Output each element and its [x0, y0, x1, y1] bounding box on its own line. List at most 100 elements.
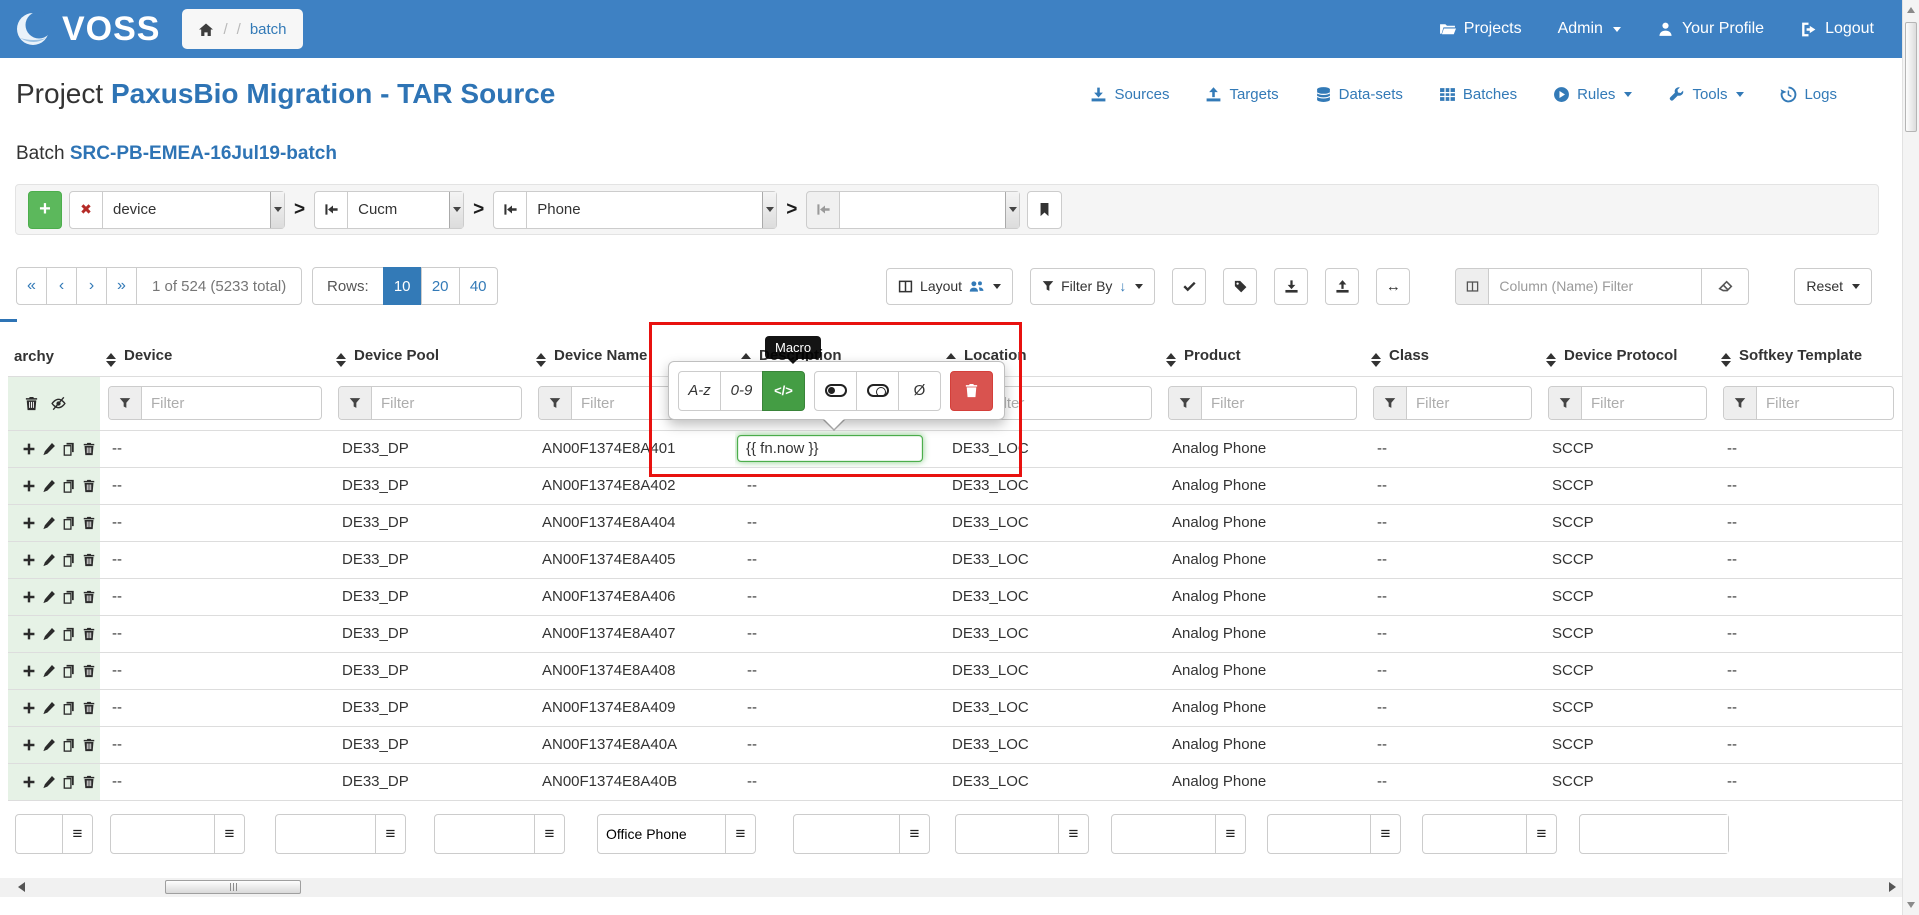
nav-logout[interactable]: Logout	[1800, 20, 1874, 38]
filter-input-product[interactable]	[1202, 387, 1356, 419]
sort-icon[interactable]	[336, 353, 346, 367]
menu-icon[interactable]: ≡	[375, 815, 405, 853]
funnel-icon[interactable]	[109, 387, 142, 419]
tag-button[interactable]	[1223, 268, 1257, 305]
filter-input-device-pool[interactable]	[372, 387, 521, 419]
edit-row-icon[interactable]	[42, 440, 56, 457]
delete-row-icon[interactable]	[82, 773, 96, 790]
batch-add-input-location[interactable]	[794, 815, 899, 853]
code-macro-button[interactable]: </>	[762, 371, 805, 411]
delete-row-icon[interactable]	[82, 588, 96, 605]
scroll-up-arrow[interactable]	[1907, 7, 1915, 13]
delete-row-icon[interactable]	[82, 662, 96, 679]
batch-add-input-softkey-template[interactable]	[1423, 815, 1526, 853]
delete-row-icon[interactable]	[82, 736, 96, 753]
import-selector-button[interactable]	[493, 191, 527, 229]
batch-add-input-device[interactable]	[111, 815, 214, 853]
add-row-icon[interactable]	[22, 736, 36, 753]
copy-row-icon[interactable]	[62, 477, 76, 494]
copy-row-icon[interactable]	[62, 662, 76, 679]
delete-row-icon[interactable]	[82, 514, 96, 531]
copy-row-icon[interactable]	[62, 773, 76, 790]
select-arrow[interactable]	[449, 192, 463, 228]
home-icon[interactable]	[198, 20, 214, 37]
column-header-hierarchy[interactable]: archy	[8, 338, 100, 376]
last-page-button[interactable]: »	[106, 267, 137, 305]
filter-input-device-protocol[interactable]	[1582, 387, 1706, 419]
nav-projects[interactable]: Projects	[1439, 20, 1522, 38]
funnel-icon[interactable]	[1549, 387, 1582, 419]
edit-row-icon[interactable]	[42, 736, 56, 753]
horizontal-scrollbar[interactable]	[0, 878, 1902, 897]
edit-row-icon[interactable]	[42, 699, 56, 716]
edit-row-icon[interactable]	[42, 514, 56, 531]
copy-row-icon[interactable]	[62, 440, 76, 457]
batch-add-input-device-protocol[interactable]	[1268, 815, 1370, 853]
import-button[interactable]	[1325, 268, 1359, 305]
menu-icon[interactable]: ≡	[62, 815, 92, 853]
model-type-select[interactable]: device	[103, 191, 285, 229]
alpha-macro-button[interactable]: A-z	[678, 371, 721, 411]
menu-icon[interactable]: ≡	[1058, 815, 1088, 853]
add-row-icon[interactable]	[22, 625, 36, 642]
clear-column-filter-button[interactable]	[1701, 268, 1749, 305]
funnel-icon[interactable]	[539, 387, 572, 419]
delete-row-icon[interactable]	[82, 477, 96, 494]
copy-row-icon[interactable]	[62, 625, 76, 642]
batch-add-input-device-pool[interactable]	[276, 815, 375, 853]
menu-icon[interactable]: ≡	[725, 815, 755, 853]
filter-input-class[interactable]	[1407, 387, 1531, 419]
reset-button[interactable]: Reset	[1794, 268, 1872, 305]
nav-your-profile[interactable]: Your Profile	[1657, 20, 1764, 38]
add-row-icon[interactable]	[22, 773, 36, 790]
expand-button[interactable]: ↔	[1376, 268, 1410, 305]
filter-input-location[interactable]	[982, 387, 1151, 419]
sort-icon[interactable]	[536, 353, 546, 367]
edit-row-icon[interactable]	[42, 551, 56, 568]
edit-row-icon[interactable]	[42, 588, 56, 605]
column-filter-input[interactable]	[1489, 268, 1701, 305]
add-row-icon[interactable]	[22, 514, 36, 531]
toggle-true-button[interactable]	[814, 371, 857, 411]
copy-row-icon[interactable]	[62, 588, 76, 605]
link-batches[interactable]: Batches	[1439, 86, 1517, 103]
edit-row-icon[interactable]	[42, 773, 56, 790]
batch-add-input-description[interactable]	[598, 815, 725, 853]
batch-add-input-extra[interactable]	[1580, 815, 1728, 853]
add-row-icon[interactable]	[22, 477, 36, 494]
link-rules[interactable]: Rules	[1553, 86, 1632, 103]
batch-name[interactable]: SRC-PB-EMEA-16Jul19-batch	[70, 143, 337, 164]
filter-by-button[interactable]: Filter By ↓	[1030, 268, 1155, 305]
sort-icon[interactable]	[1166, 353, 1176, 367]
batch-add-input-class[interactable]	[1112, 815, 1215, 853]
vertical-scrollbar-thumb[interactable]	[1905, 22, 1917, 132]
link-targets[interactable]: Targets	[1205, 86, 1278, 103]
add-row-icon[interactable]	[22, 662, 36, 679]
column-header-device-pool[interactable]: Device Pool	[330, 338, 530, 376]
null-button[interactable]: Ø	[898, 371, 941, 411]
macro-input[interactable]	[737, 435, 923, 462]
empty-select[interactable]	[840, 191, 1020, 229]
batch-add-input-device-name[interactable]	[435, 815, 534, 853]
rows-option-40[interactable]: 40	[459, 267, 498, 305]
delete-row-icon[interactable]	[82, 625, 96, 642]
first-page-button[interactable]: «	[16, 267, 47, 305]
sort-icon[interactable]	[1371, 353, 1381, 367]
column-header-softkey-template[interactable]: Softkey Template	[1715, 338, 1902, 376]
menu-icon[interactable]: ≡	[1370, 815, 1400, 853]
menu-icon[interactable]: ≡	[1526, 815, 1556, 853]
select-arrow[interactable]	[1005, 192, 1019, 228]
delete-row-icon[interactable]	[82, 440, 96, 457]
menu-icon[interactable]: ≡	[899, 815, 929, 853]
remove-selector-button[interactable]: ✖	[69, 191, 103, 229]
add-row-icon[interactable]	[22, 551, 36, 568]
link-data-sets[interactable]: Data-sets	[1315, 86, 1403, 103]
funnel-icon[interactable]	[1169, 387, 1202, 419]
horizontal-scrollbar-thumb[interactable]	[165, 880, 301, 894]
copy-row-icon[interactable]	[62, 514, 76, 531]
hide-column-icon[interactable]	[50, 394, 67, 412]
device-model-select[interactable]: Phone	[527, 191, 777, 229]
edit-row-icon[interactable]	[42, 662, 56, 679]
voss-logo[interactable]: VOSS	[14, 8, 160, 50]
menu-icon[interactable]: ≡	[214, 815, 244, 853]
